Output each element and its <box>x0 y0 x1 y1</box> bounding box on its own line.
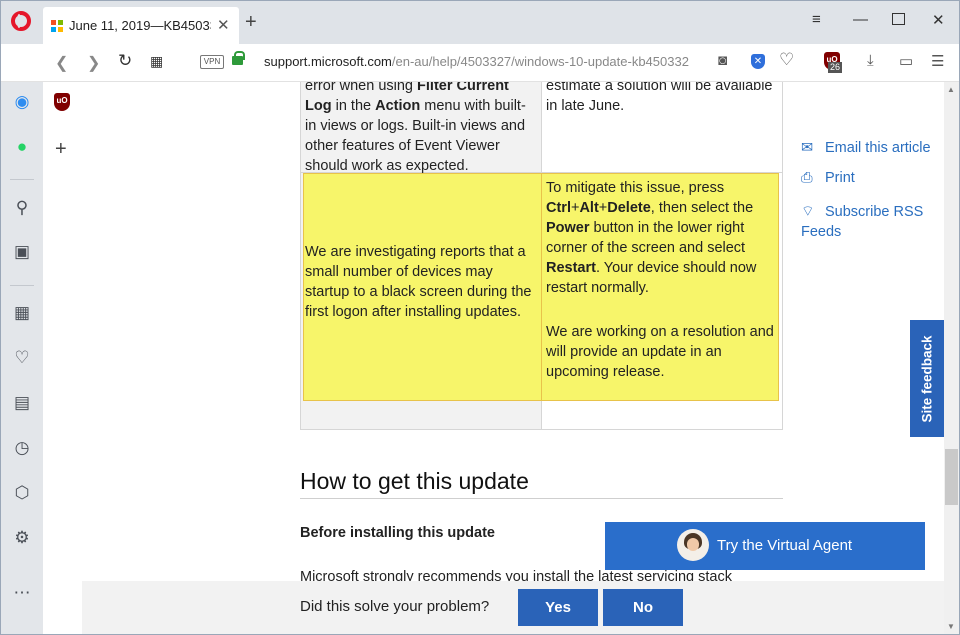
speed-dial-icon[interactable]: ▦ <box>11 302 33 324</box>
no-button[interactable]: No <box>603 589 683 626</box>
highlight-divider <box>541 173 542 401</box>
feedback-bar: Did this solve your problem? Yes No <box>82 581 944 634</box>
camera-icon[interactable]: ◙ <box>718 52 727 69</box>
ad-block-shield-icon[interactable]: ✕ <box>751 54 765 69</box>
site-feedback-button[interactable]: Site feedback <box>910 320 944 437</box>
battery-icon[interactable]: ▭ <box>899 52 913 70</box>
maximize-icon[interactable] <box>892 13 905 25</box>
email-article-link[interactable]: ✉ Email this article <box>801 140 931 156</box>
url-field[interactable]: support.microsoft.com/en-au/help/4503327… <box>264 54 698 69</box>
table-right-border <box>782 82 783 430</box>
table-cell-row2-right: To mitigate this issue, press Ctrl+Alt+D… <box>546 178 778 382</box>
address-bar: ❮ ❯ ↻ ▦ VPN support.microsoft.com/en-au/… <box>1 44 959 82</box>
search-icon[interactable]: ⚲ <box>11 197 33 219</box>
print-link[interactable]: ⎙ Print <box>801 170 855 186</box>
sidebar-divider <box>10 179 34 180</box>
new-tab-button[interactable]: + <box>245 12 257 32</box>
tab-menu-icon[interactable]: ≡ <box>812 11 821 28</box>
sidebar-extension-panel: uO + <box>43 82 82 634</box>
vpn-badge[interactable]: VPN <box>200 55 224 69</box>
whatsapp-icon[interactable]: ● <box>11 136 33 158</box>
subscribe-rss-link[interactable]: ⌔ Subscribe RSS Feeds <box>801 202 933 242</box>
table-cell-row1-right: We are working on a resolution and estim… <box>546 82 773 114</box>
history-icon[interactable]: ◷ <box>11 437 33 459</box>
section-heading: How to get this update <box>300 468 529 494</box>
scroll-thumb[interactable] <box>945 449 958 505</box>
heart-icon[interactable]: ♡ <box>11 347 33 369</box>
printer-icon: ⎙ <box>801 170 813 186</box>
reload-icon[interactable]: ↻ <box>118 51 132 71</box>
sidebar-divider <box>10 285 34 286</box>
issues-table: You may also receive the same error when… <box>300 82 783 430</box>
close-window-icon[interactable]: ✕ <box>932 11 945 29</box>
rss-icon: ⌔ <box>801 204 815 220</box>
add-icon[interactable]: + <box>55 138 67 161</box>
lock-icon[interactable] <box>232 51 245 65</box>
microsoft-favicon-icon <box>51 20 63 32</box>
tab-title: June 11, 2019—KB4503327 <box>69 18 211 33</box>
wallet-icon[interactable]: ▣ <box>11 241 33 263</box>
ublock-count-badge: 26 <box>828 62 843 73</box>
opera-sidebar: ◉ ● ⚲ ▣ ▦ ♡ ▤ ◷ ⬡ ⚙ ⋯ <box>1 82 43 634</box>
more-icon[interactable]: ⋯ <box>11 582 33 604</box>
heart-icon[interactable]: ♡ <box>779 50 794 70</box>
browser-window: June 11, 2019—KB4503327 ✕ + ≡ — ✕ ❮ ❯ ↻ … <box>0 0 960 635</box>
gear-icon[interactable]: ⚙ <box>11 527 33 549</box>
forward-icon[interactable]: ❯ <box>87 53 100 73</box>
envelope-icon: ✉ <box>801 140 814 156</box>
tab-strip: June 11, 2019—KB4503327 ✕ + ≡ — ✕ <box>1 1 959 44</box>
table-cell-row1-left: You may also receive the same error when… <box>305 82 526 174</box>
messenger-icon[interactable]: ◉ <box>11 91 33 113</box>
table-cell-row2-left: We are investigating reports that a smal… <box>305 244 532 320</box>
extensions-cube-icon[interactable]: ⬡ <box>11 482 33 504</box>
settings-sliders-icon[interactable]: ☰ <box>931 52 944 70</box>
tab-close-icon[interactable]: ✕ <box>217 16 230 34</box>
minimize-icon[interactable]: — <box>853 11 868 28</box>
speed-dial-icon[interactable]: ▦ <box>150 53 163 70</box>
virtual-agent-button[interactable]: Try the Virtual Agent <box>605 522 925 570</box>
scroll-down-arrow-icon[interactable]: ▼ <box>947 622 955 631</box>
resolution-paragraph: We are working on a resolution and will … <box>546 324 774 380</box>
ublock-icon[interactable]: uO <box>54 93 70 111</box>
virtual-agent-label: Try the Virtual Agent <box>717 537 853 554</box>
scroll-up-arrow-icon[interactable]: ▲ <box>947 85 955 94</box>
url-host: support.microsoft.com <box>264 54 392 69</box>
news-icon[interactable]: ▤ <box>11 392 33 414</box>
subheading: Before installing this update <box>300 525 495 541</box>
table-bottom-border <box>300 429 783 430</box>
back-icon[interactable]: ❮ <box>55 53 68 73</box>
opera-menu-icon[interactable] <box>11 11 31 31</box>
mitigation-paragraph: To mitigate this issue, press Ctrl+Alt+D… <box>546 180 757 296</box>
tab-active[interactable]: June 11, 2019—KB4503327 ✕ <box>43 7 239 44</box>
download-icon[interactable]: ⤓ <box>867 52 874 69</box>
feedback-question: Did this solve your problem? <box>300 598 490 615</box>
agent-avatar <box>677 529 709 561</box>
table-left-border <box>300 82 301 430</box>
section-heading-rule <box>300 498 783 499</box>
url-path: /en-au/help/4503327/windows-10-update-kb… <box>391 54 689 69</box>
page-scrollbar[interactable]: ▲ ▼ <box>944 82 959 634</box>
yes-button[interactable]: Yes <box>518 589 598 626</box>
